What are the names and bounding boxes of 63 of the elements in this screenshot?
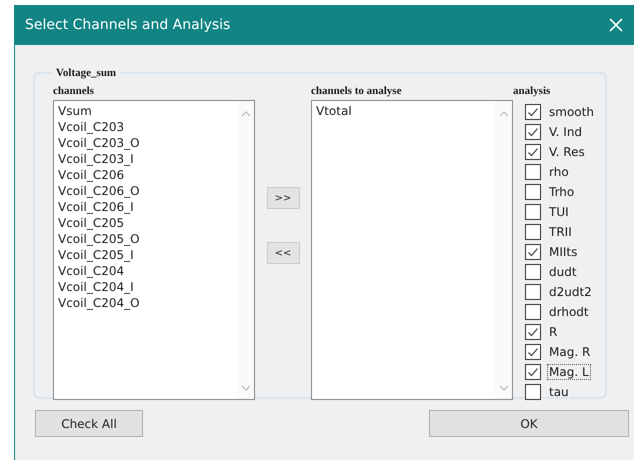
checkbox[interactable] [525,164,541,180]
checkbox[interactable] [525,124,541,140]
checkbox-label: R [548,324,558,340]
checkbox-label: smooth [548,104,595,120]
list-item[interactable]: Vcoil_C206_I [58,199,237,215]
move-button[interactable]: << [266,242,300,264]
list-item[interactable]: Vsum [58,103,237,119]
checkbox[interactable] [525,384,541,400]
checkbox-label: d2udt2 [548,284,593,300]
checkbox-label: tau [548,384,570,400]
check-icon [527,366,539,378]
ok-button[interactable]: OK [429,410,629,437]
checkbox-label: drhodt [548,304,590,320]
check-icon [527,106,539,118]
list-header: analysis [513,85,552,98]
list-item[interactable]: Vtotal [316,103,495,119]
check-icon [527,246,539,258]
list-item[interactable]: Vcoil_C205 [58,215,237,231]
checkbox-label: MIIts [548,244,578,260]
list-item[interactable]: Vcoil_C204_I [58,279,237,295]
check-icon [527,126,539,138]
list-item[interactable]: Vcoil_C206_O [58,183,237,199]
list-item[interactable]: Vcoil_C203_O [58,135,237,151]
checkbox[interactable] [525,364,541,380]
checkbox[interactable] [525,224,541,240]
checkbox[interactable] [525,284,541,300]
list-item[interactable]: Vcoil_C203 [58,119,237,135]
checkbox[interactable] [525,204,541,220]
checkbox[interactable] [525,344,541,360]
checkbox-label: V. Res [548,144,586,160]
checkbox-label: TRII [548,224,573,240]
check-icon [527,146,539,158]
check-all-button[interactable]: Check All [35,410,143,437]
list-item[interactable]: Vcoil_C204_O [58,295,237,311]
checkbox[interactable] [525,144,541,160]
channels-to-analyse-list[interactable]: Vtotal [311,100,513,400]
checkbox[interactable] [525,324,541,340]
list-item[interactable]: Vcoil_C205_O [58,231,237,247]
move-button[interactable]: >> [266,187,300,209]
list-header: channels to analyse [311,85,402,98]
check-icon [527,346,539,358]
checkbox[interactable] [525,104,541,120]
list-item[interactable]: Vcoil_C204 [58,263,237,279]
group-title: Voltage_sum [55,67,118,79]
channels-list[interactable]: Vsum Vcoil_C203 Vcoil_C203_O Vcoil_C203_I Vcoil_C206 Vcoil_C206_O Vcoil_C206_I Vcoil_C205 Vcoil_C205_O Vcoil_C205_I Vcoil_C204 Vcoil_C204_I Vcoil_C204_O [53,100,255,400]
checkbox-label: dudt [548,264,578,280]
checkbox-label: V. Ind [548,124,584,140]
list-header: channels [53,85,95,98]
close-icon[interactable] [609,18,623,32]
checkbox-label: rho [548,164,570,180]
list-item[interactable]: Vcoil_C205_I [58,247,237,263]
checkbox[interactable] [525,304,541,320]
checkbox[interactable] [525,244,541,260]
window-title: Select Channels and Analysis [25,17,230,33]
checkbox[interactable] [525,264,541,280]
checkbox-label: Mag. R [548,344,592,360]
checkbox[interactable] [525,184,541,200]
checkbox-label: Mag. L [547,364,591,380]
checkbox-label: TUI [548,204,570,220]
check-icon [527,326,539,338]
checkbox-label: Trho [548,184,576,200]
list-item[interactable]: Vcoil_C203_I [58,151,237,167]
list-item[interactable]: Vcoil_C206 [58,167,237,183]
